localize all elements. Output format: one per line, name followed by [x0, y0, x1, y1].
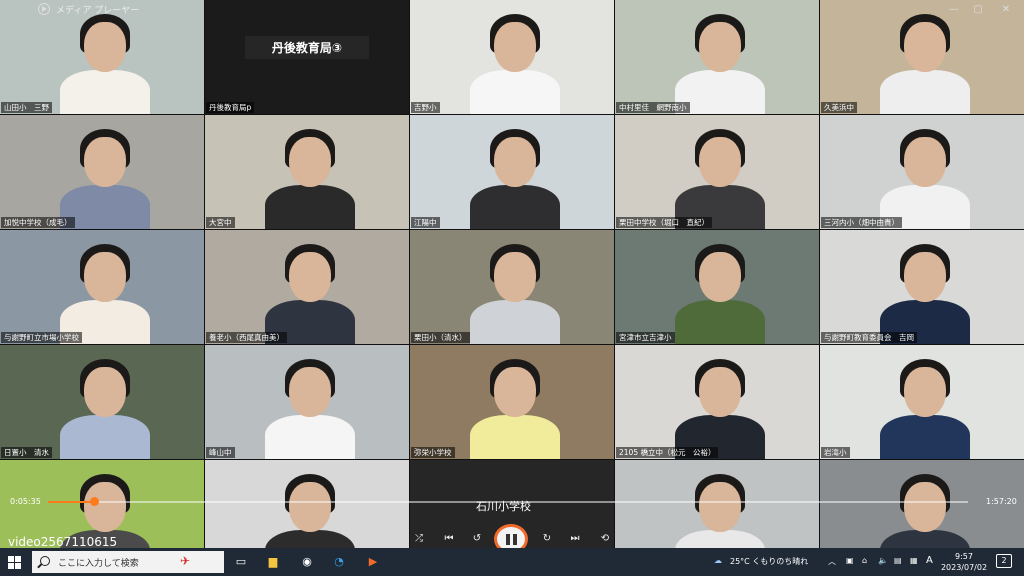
- participant-name: 江陽中: [411, 217, 440, 228]
- watermark: video2567110615: [8, 535, 118, 549]
- window-title: メディア プレーヤー: [56, 6, 140, 16]
- participant-name: 三河内小（畑中由貴）: [821, 217, 902, 228]
- volume-icon[interactable]: 🔈: [878, 556, 888, 565]
- participant-name: 吉野小: [411, 102, 440, 113]
- participant-video: [60, 123, 150, 229]
- participant-tile[interactable]: 2105 橋立中（松元 公裕）: [615, 345, 819, 459]
- taskbar-search[interactable]: ここに入力して検索 ✈: [32, 551, 224, 573]
- participant-video: [265, 123, 355, 229]
- participant-tile[interactable]: 弥栄小学校: [410, 345, 614, 459]
- participant-name: 養老小（西尾真由美）: [206, 332, 287, 343]
- network-icon[interactable]: ⌂: [862, 556, 867, 565]
- participant-tile[interactable]: 与謝野町立市場小学校: [0, 230, 204, 344]
- participant-tile[interactable]: 江陽中: [410, 115, 614, 229]
- participant-name: 日置小 清水: [1, 447, 52, 458]
- participant-tile[interactable]: 日置小 清水: [0, 345, 204, 459]
- participant-video: [880, 238, 970, 344]
- participant-video: [470, 353, 560, 459]
- window-titlebar: メディア プレーヤー — ▢ ✕: [0, 0, 1024, 19]
- participant-video: [880, 8, 970, 114]
- edge-icon[interactable]: ◔: [330, 553, 348, 571]
- participant-name: 栗田中学校（堀口 直紀）: [616, 217, 712, 228]
- participant-tile[interactable]: 宮津市立吉津小: [615, 230, 819, 344]
- tray-icon-3[interactable]: ▦: [910, 556, 918, 565]
- search-placeholder: ここに入力して検索: [58, 559, 139, 569]
- repeat-icon[interactable]: ⟲: [596, 532, 614, 546]
- task-view-icon[interactable]: ▭: [232, 553, 250, 571]
- clock[interactable]: 9:57 2023/07/02: [940, 551, 988, 573]
- participant-video: [265, 238, 355, 344]
- participant-name: 栗田小（清水）: [411, 332, 470, 343]
- weather-text: 25°C くもりのち晴れ: [730, 557, 809, 566]
- participant-name: 山田小 三野: [1, 102, 52, 113]
- file-explorer-icon[interactable]: ▆: [264, 553, 282, 571]
- participant-tile[interactable]: 加悦中学校（成毛）: [0, 115, 204, 229]
- show-hidden-icons[interactable]: ︿: [828, 556, 836, 567]
- participant-video: [470, 8, 560, 114]
- tray-icon-2[interactable]: ▤: [894, 556, 902, 565]
- media-player-taskbar-icon[interactable]: ▶: [364, 553, 382, 571]
- participant-video: [60, 8, 150, 114]
- shuffle-icon[interactable]: ⤮: [410, 532, 428, 546]
- ime-indicator[interactable]: A: [926, 555, 933, 566]
- participant-video: [675, 238, 765, 344]
- participant-tile[interactable]: 与謝野町教育委員会 吉岡: [820, 230, 1024, 344]
- participant-name: 弥栄小学校: [411, 447, 455, 458]
- close-button[interactable]: ✕: [996, 2, 1016, 17]
- weather-icon: ☁: [714, 556, 722, 565]
- previous-icon[interactable]: ⏮: [440, 532, 458, 546]
- participant-name: 大宮中: [206, 217, 235, 228]
- forward-icon[interactable]: ↻: [538, 532, 556, 546]
- participant-name: 加悦中学校（成毛）: [1, 217, 75, 228]
- taskbar: ここに入力して検索 ✈ ▭ ▆ ◉ ◔ ▶ ☁ 25°C くもりのち晴れ ︿ ▣…: [0, 548, 1024, 576]
- participant-video: [675, 123, 765, 229]
- participant-name: 丹後教育局p: [206, 102, 255, 113]
- participant-name: 岩滝小: [821, 447, 850, 458]
- windows-start-icon[interactable]: [8, 556, 21, 569]
- tray-app-icon[interactable]: ▣: [846, 556, 854, 565]
- video-title: 石川小学校: [476, 500, 531, 513]
- participant-video: [60, 238, 150, 344]
- participant-tile[interactable]: 栗田中学校（堀口 直紀）: [615, 115, 819, 229]
- rewind-icon[interactable]: ↺: [468, 532, 486, 546]
- participant-tile[interactable]: 峰山中: [205, 345, 409, 459]
- participant-tile[interactable]: 養老小（西尾真由美）: [205, 230, 409, 344]
- tile-banner-title: 丹後教育局③: [245, 36, 369, 59]
- participant-name: 中村里佳 網野南小: [616, 102, 690, 113]
- participant-name: 2105 橋立中（松元 公裕）: [616, 447, 719, 458]
- search-highlight-icon: ✈: [180, 554, 191, 568]
- participant-name: 久美浜中: [821, 102, 857, 113]
- participant-video: [880, 353, 970, 459]
- next-icon[interactable]: ⏭: [566, 532, 584, 546]
- participant-video: [675, 353, 765, 459]
- participant-video: [880, 123, 970, 229]
- participant-video: [265, 353, 355, 459]
- video-grid: 山田小 三野 丹後教育局③ 丹後教育局p 吉野小 中村里佳 網野南小 久美浜中加悦中学校（…: [0, 0, 1024, 574]
- participant-name: 与謝野町教育委員会 吉岡: [821, 332, 917, 343]
- minimize-button[interactable]: —: [944, 2, 964, 17]
- media-player-icon: [38, 3, 50, 15]
- maximize-button[interactable]: ▢: [968, 2, 988, 17]
- participant-video: [675, 8, 765, 114]
- participant-tile[interactable]: 三河内小（畑中由貴）: [820, 115, 1024, 229]
- participant-tile[interactable]: 大宮中: [205, 115, 409, 229]
- participant-video: [470, 123, 560, 229]
- participant-video: [470, 238, 560, 344]
- search-icon: [40, 556, 50, 566]
- participant-video: [60, 353, 150, 459]
- notification-icon[interactable]: 2: [996, 554, 1012, 568]
- participant-name: 宮津市立吉津小: [616, 332, 675, 343]
- clock-time: 9:57: [955, 552, 973, 561]
- participant-name: 峰山中: [206, 447, 235, 458]
- participant-tile[interactable]: 岩滝小: [820, 345, 1024, 459]
- clock-date: 2023/07/02: [940, 563, 988, 572]
- participant-tile[interactable]: 栗田小（清水）: [410, 230, 614, 344]
- participant-name: 与謝野町立市場小学校: [1, 332, 82, 343]
- chat-icon[interactable]: ◉: [298, 553, 316, 571]
